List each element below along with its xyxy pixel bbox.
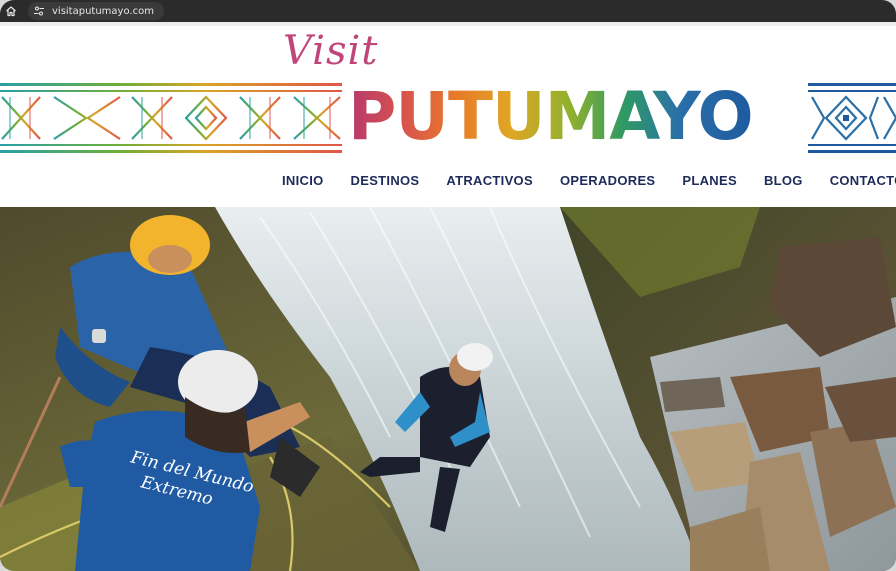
nav-item-operadores[interactable]: OPERADORES [560, 173, 655, 188]
main-navigation: INICIO DESTINOS ATRACTIVOS OPERADORES PL… [282, 173, 896, 188]
nav-item-inicio[interactable]: INICIO [282, 173, 324, 188]
home-icon[interactable] [0, 0, 22, 22]
site-info-icon[interactable] [32, 4, 46, 18]
nav-item-contacto[interactable]: CONTACTO [830, 173, 896, 188]
hero-image: Fin del Mundo Extremo [0, 207, 896, 571]
browser-window: visitaputumayo.com Visit PUTUMAYO INICIO… [0, 0, 896, 571]
url-text[interactable]: visitaputumayo.com [52, 6, 154, 17]
nav-item-atractivos[interactable]: ATRACTIVOS [446, 173, 533, 188]
pattern-band-left [0, 83, 342, 153]
pattern-band-right [808, 83, 896, 153]
nav-item-destinos[interactable]: DESTINOS [351, 173, 420, 188]
logo-script-visit: Visit [283, 28, 379, 74]
nav-item-planes[interactable]: PLANES [682, 173, 737, 188]
address-bar[interactable]: visitaputumayo.com [28, 2, 164, 20]
browser-toolbar: visitaputumayo.com [0, 0, 896, 22]
hero-canyoning-scene: Fin del Mundo Extremo [0, 207, 896, 571]
site-header: Visit PUTUMAYO INICIO DESTINOS ATRACTIVO… [0, 26, 896, 207]
logo-putumayo[interactable]: PUTUMAYO [348, 76, 754, 158]
nav-item-blog[interactable]: BLOG [764, 173, 803, 188]
